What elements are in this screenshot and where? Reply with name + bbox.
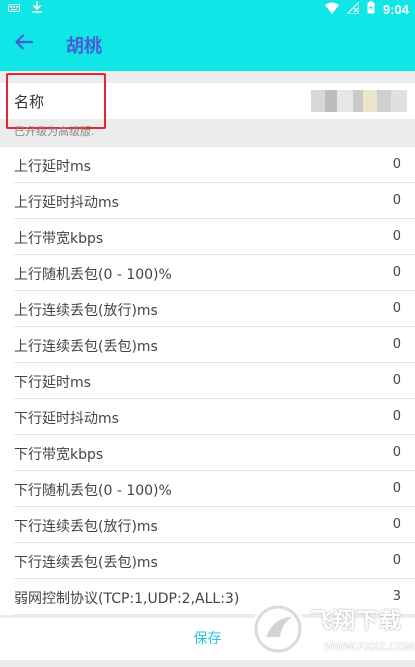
name-input-blurred[interactable] (311, 90, 407, 112)
setting-row[interactable]: 下行随机丢包(0 - 100)% 0 (14, 471, 415, 507)
mosaic-block (311, 90, 325, 112)
setting-value[interactable]: 0 (393, 193, 401, 208)
setting-label: 下行随机丢包(0 - 100)% (14, 483, 172, 499)
mosaic-block (377, 90, 391, 112)
setting-row[interactable]: 上行带宽kbps 0 (14, 219, 415, 255)
back-button[interactable] (10, 30, 38, 58)
setting-row[interactable]: 下行延时ms 0 (14, 363, 415, 399)
settings-list: 上行延时ms 0 上行延时抖动ms 0 上行带宽kbps 0 上行随机丢包(0 - 100)… (0, 147, 415, 615)
setting-label: 弱网控制协议(TCP:1,UDP:2,ALL:3) (14, 591, 240, 607)
setting-row[interactable]: 上行延时抖动ms 0 (14, 183, 415, 219)
status-time: 9:04 (382, 1, 409, 17)
setting-label: 下行带宽kbps (14, 447, 104, 463)
battery-icon (367, 1, 375, 17)
arrow-left-icon (14, 34, 34, 54)
wifi-icon (324, 2, 339, 17)
app-bar: 胡桃 (0, 18, 415, 71)
setting-label: 上行连续丢包(丢包)ms (14, 339, 158, 355)
setting-value[interactable]: 0 (393, 265, 401, 280)
setting-label: 上行延时抖动ms (14, 195, 119, 211)
mosaic-block (353, 90, 363, 112)
name-label: 名称 (14, 93, 45, 111)
setting-value[interactable]: 0 (393, 553, 401, 568)
page-title: 胡桃 (66, 36, 102, 57)
setting-row[interactable]: 上行延时ms 0 (14, 147, 415, 183)
watermark-text: 飞翔下载 (310, 609, 403, 634)
setting-label: 下行延时ms (14, 375, 91, 391)
setting-row[interactable]: 下行连续丢包(丢包)ms 0 (14, 543, 415, 579)
setting-value[interactable]: 0 (393, 337, 401, 352)
keyboard-icon (8, 2, 20, 16)
status-bar: 9:04 (0, 0, 415, 18)
setting-label: 上行随机丢包(0 - 100)% (14, 267, 172, 283)
setting-label: 上行连续丢包(放行)ms (14, 303, 158, 319)
setting-row[interactable]: 下行带宽kbps 0 (14, 435, 415, 471)
mosaic-block (325, 90, 337, 112)
mosaic-block (363, 90, 377, 112)
setting-value[interactable]: 0 (393, 445, 401, 460)
no-signal-icon (345, 0, 360, 17)
watermark-logo-icon (252, 603, 304, 655)
upgrade-hint: 已升级为高级版. (14, 125, 95, 138)
setting-value[interactable]: 0 (393, 301, 401, 316)
watermark-url: WWW.FXXZ.COM (324, 641, 415, 653)
name-field-row[interactable]: 名称 (0, 83, 415, 119)
setting-value[interactable]: 0 (393, 373, 401, 388)
setting-label: 上行延时ms (14, 159, 91, 175)
setting-row[interactable]: 上行随机丢包(0 - 100)% 0 (14, 255, 415, 291)
setting-row[interactable]: 上行连续丢包(放行)ms 0 (14, 291, 415, 327)
setting-label: 下行延时抖动ms (14, 411, 119, 427)
setting-value[interactable]: 0 (393, 517, 401, 532)
download-icon (32, 1, 42, 16)
setting-row[interactable]: 下行延时抖动ms 0 (14, 399, 415, 435)
setting-value[interactable]: 0 (393, 157, 401, 172)
setting-row[interactable]: 上行连续丢包(丢包)ms 0 (14, 327, 415, 363)
setting-row[interactable]: 下行连续丢包(放行)ms 0 (14, 507, 415, 543)
setting-label: 下行连续丢包(丢包)ms (14, 555, 158, 571)
setting-label: 上行带宽kbps (14, 231, 104, 247)
setting-label: 下行连续丢包(放行)ms (14, 519, 158, 535)
watermark: 飞翔下载 WWW.FXXZ.COM (248, 597, 415, 667)
setting-value[interactable]: 0 (393, 229, 401, 244)
setting-value[interactable]: 0 (393, 409, 401, 424)
mosaic-block (391, 90, 407, 112)
setting-value[interactable]: 0 (393, 481, 401, 496)
mosaic-block (337, 90, 353, 112)
